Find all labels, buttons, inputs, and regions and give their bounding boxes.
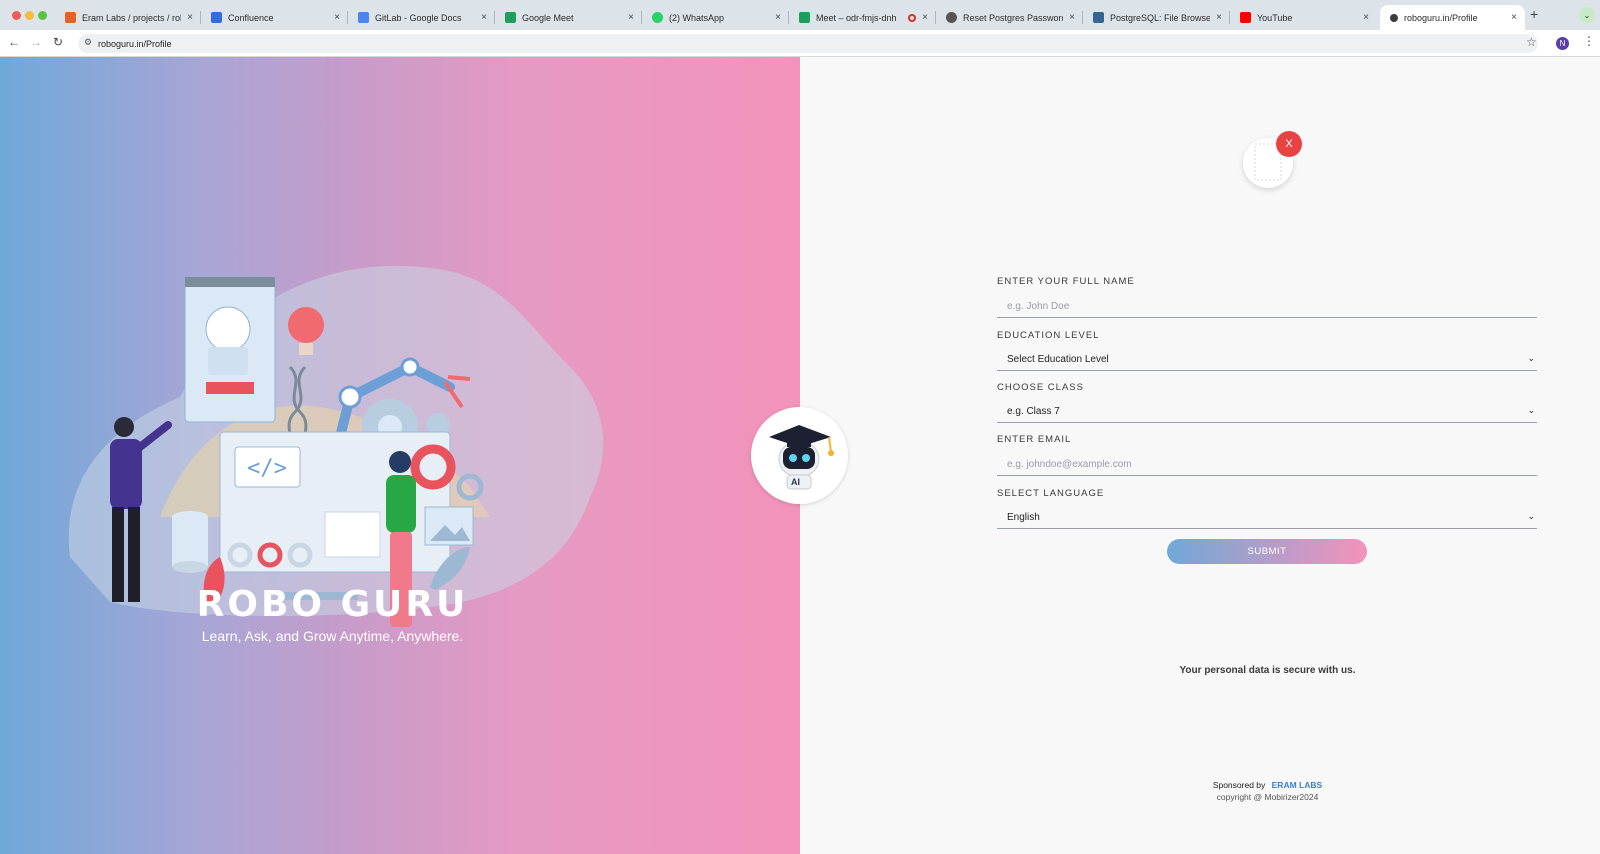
class-select[interactable]: e.g. Class 7 ⌄ bbox=[997, 401, 1537, 423]
email-input[interactable]: e.g. johndoe@example.com bbox=[997, 454, 1537, 476]
browser-tab[interactable]: Reset Postgres Password Mo... × bbox=[936, 5, 1083, 30]
tab-title: PostgreSQL: File Browser bbox=[1110, 12, 1211, 23]
tab-close-icon[interactable]: × bbox=[1069, 12, 1075, 23]
site-info-icon[interactable]: ⚙ bbox=[84, 37, 92, 48]
reload-icon[interactable]: ↻ bbox=[50, 35, 66, 49]
full-name-label: ENTER YOUR FULL NAME bbox=[997, 276, 1135, 287]
chevron-down-icon: ⌄ bbox=[1527, 511, 1535, 521]
confluence-favicon-icon bbox=[211, 12, 222, 23]
education-level-select[interactable]: Select Education Level ⌄ bbox=[997, 349, 1537, 371]
docs-favicon-icon bbox=[358, 12, 369, 23]
sponsor-link[interactable]: ERAM LABS bbox=[1272, 780, 1323, 790]
meet-favicon-icon bbox=[799, 12, 810, 23]
full-name-input[interactable]: e.g. John Doe bbox=[997, 296, 1537, 318]
chevron-down-icon[interactable]: ⌄ bbox=[1579, 7, 1595, 23]
privacy-note: Your personal data is secure with us. bbox=[1179, 665, 1356, 676]
browser-tab[interactable]: Google Meet × bbox=[495, 5, 642, 30]
tab-title: Google Meet bbox=[522, 12, 574, 23]
tab-title: Reset Postgres Password Mo... bbox=[963, 12, 1064, 23]
tab-title: Meet – odr-fmjs-dnh bbox=[816, 12, 897, 23]
address-bar[interactable]: ⚙ roboguru.in/Profile bbox=[78, 34, 1538, 53]
window-close-button[interactable] bbox=[12, 11, 21, 20]
tab-title: Confluence bbox=[228, 12, 274, 23]
meet-favicon-icon bbox=[505, 12, 516, 23]
copyright-text: copyright @ Mobirizer2024 bbox=[1216, 792, 1319, 802]
tab-close-icon[interactable]: × bbox=[775, 12, 781, 23]
education-level-value: Select Education Level bbox=[1007, 354, 1109, 365]
remove-photo-button[interactable]: X bbox=[1276, 131, 1302, 157]
email-placeholder: e.g. johndoe@example.com bbox=[1007, 459, 1132, 470]
ai-badge: AI bbox=[791, 477, 800, 487]
browser-tab[interactable]: Meet – odr-fmjs-dnh × bbox=[789, 5, 936, 30]
hero-panel: </> ROBO GURU Learn, Ask, and Grow Anyti… bbox=[0, 57, 800, 854]
chevron-down-icon: ⌄ bbox=[1527, 353, 1535, 363]
tab-title: YouTube bbox=[1257, 12, 1293, 23]
tab-close-icon[interactable]: × bbox=[481, 12, 487, 23]
tab-title: roboguru.in/Profile bbox=[1404, 12, 1478, 23]
bookmark-star-icon[interactable]: ☆ bbox=[1526, 35, 1537, 49]
browser-tab[interactable]: Confluence × bbox=[201, 5, 348, 30]
robot-graduate-icon bbox=[769, 425, 834, 490]
url-text: roboguru.in/Profile bbox=[98, 38, 172, 49]
youtube-favicon-icon bbox=[1240, 12, 1251, 23]
back-arrow-icon[interactable]: ← bbox=[6, 35, 22, 49]
postgresql-favicon-icon bbox=[1093, 12, 1104, 23]
language-value: English bbox=[1007, 512, 1040, 523]
ai-bot-avatar: AI bbox=[751, 407, 848, 504]
tab-close-icon[interactable]: × bbox=[1363, 12, 1369, 23]
education-level-label: EDUCATION LEVEL bbox=[997, 330, 1100, 341]
tab-close-icon[interactable]: × bbox=[922, 12, 928, 23]
submit-button[interactable]: SUBMIT bbox=[1167, 539, 1367, 564]
window-maximize-button[interactable] bbox=[38, 11, 47, 20]
language-label: SELECT LANGUAGE bbox=[997, 488, 1105, 499]
sponsor-line: Sponsored by ERAM LABS bbox=[1100, 780, 1435, 790]
hero-illustration: </> bbox=[68, 265, 604, 627]
new-tab-button[interactable]: + bbox=[1530, 6, 1538, 22]
class-label: CHOOSE CLASS bbox=[997, 382, 1084, 393]
hero-title: ROBO GURU bbox=[196, 584, 469, 625]
forward-arrow-icon[interactable]: → bbox=[28, 35, 44, 49]
browser-tab[interactable]: YouTube × bbox=[1230, 5, 1377, 30]
tab-title: GitLab - Google Docs bbox=[375, 12, 462, 23]
sponsored-by-text: Sponsored by bbox=[1212, 780, 1266, 790]
tab-title: Eram Labs / projects / robog... bbox=[82, 12, 181, 23]
web-favicon-icon bbox=[946, 12, 957, 23]
recording-indicator-icon bbox=[908, 13, 917, 22]
language-select[interactable]: English ⌄ bbox=[997, 507, 1537, 529]
tab-close-icon[interactable]: × bbox=[628, 12, 634, 23]
profile-avatar[interactable]: N bbox=[1556, 37, 1569, 50]
gitlab-favicon-icon bbox=[65, 12, 76, 23]
tab-title: (2) WhatsApp bbox=[669, 12, 725, 23]
class-value: e.g. Class 7 bbox=[1007, 406, 1060, 417]
browser-tab[interactable]: PostgreSQL: File Browser × bbox=[1083, 5, 1230, 30]
tab-close-icon[interactable]: × bbox=[1511, 12, 1517, 23]
tab-close-icon[interactable]: × bbox=[334, 12, 340, 23]
chevron-down-icon: ⌄ bbox=[1527, 405, 1535, 415]
browser-tab[interactable]: (2) WhatsApp × bbox=[642, 5, 789, 30]
browser-tab-bar: Eram Labs / projects / robog... × Conflu… bbox=[0, 0, 1600, 30]
browser-tab[interactable]: Eram Labs / projects / robog... × bbox=[55, 5, 201, 30]
site-favicon-icon bbox=[1390, 13, 1398, 22]
menu-kebab-icon[interactable]: ⋮ bbox=[1583, 34, 1595, 48]
email-label: ENTER EMAIL bbox=[997, 434, 1072, 445]
window-minimize-button[interactable] bbox=[25, 11, 34, 20]
full-name-placeholder: e.g. John Doe bbox=[1007, 301, 1070, 312]
hero-tagline: Learn, Ask, and Grow Anytime, Anywhere. bbox=[201, 628, 464, 644]
browser-tab-active[interactable]: roboguru.in/Profile × bbox=[1380, 5, 1525, 30]
tab-close-icon[interactable]: × bbox=[187, 12, 193, 23]
browser-tab[interactable]: GitLab - Google Docs × bbox=[348, 5, 495, 30]
whatsapp-favicon-icon bbox=[652, 12, 663, 23]
tab-close-icon[interactable]: × bbox=[1216, 12, 1222, 23]
browser-toolbar: ← → ↻ ⚙ roboguru.in/Profile ☆ N ⋮ bbox=[0, 30, 1600, 57]
svg-text:</>: </> bbox=[247, 456, 287, 481]
